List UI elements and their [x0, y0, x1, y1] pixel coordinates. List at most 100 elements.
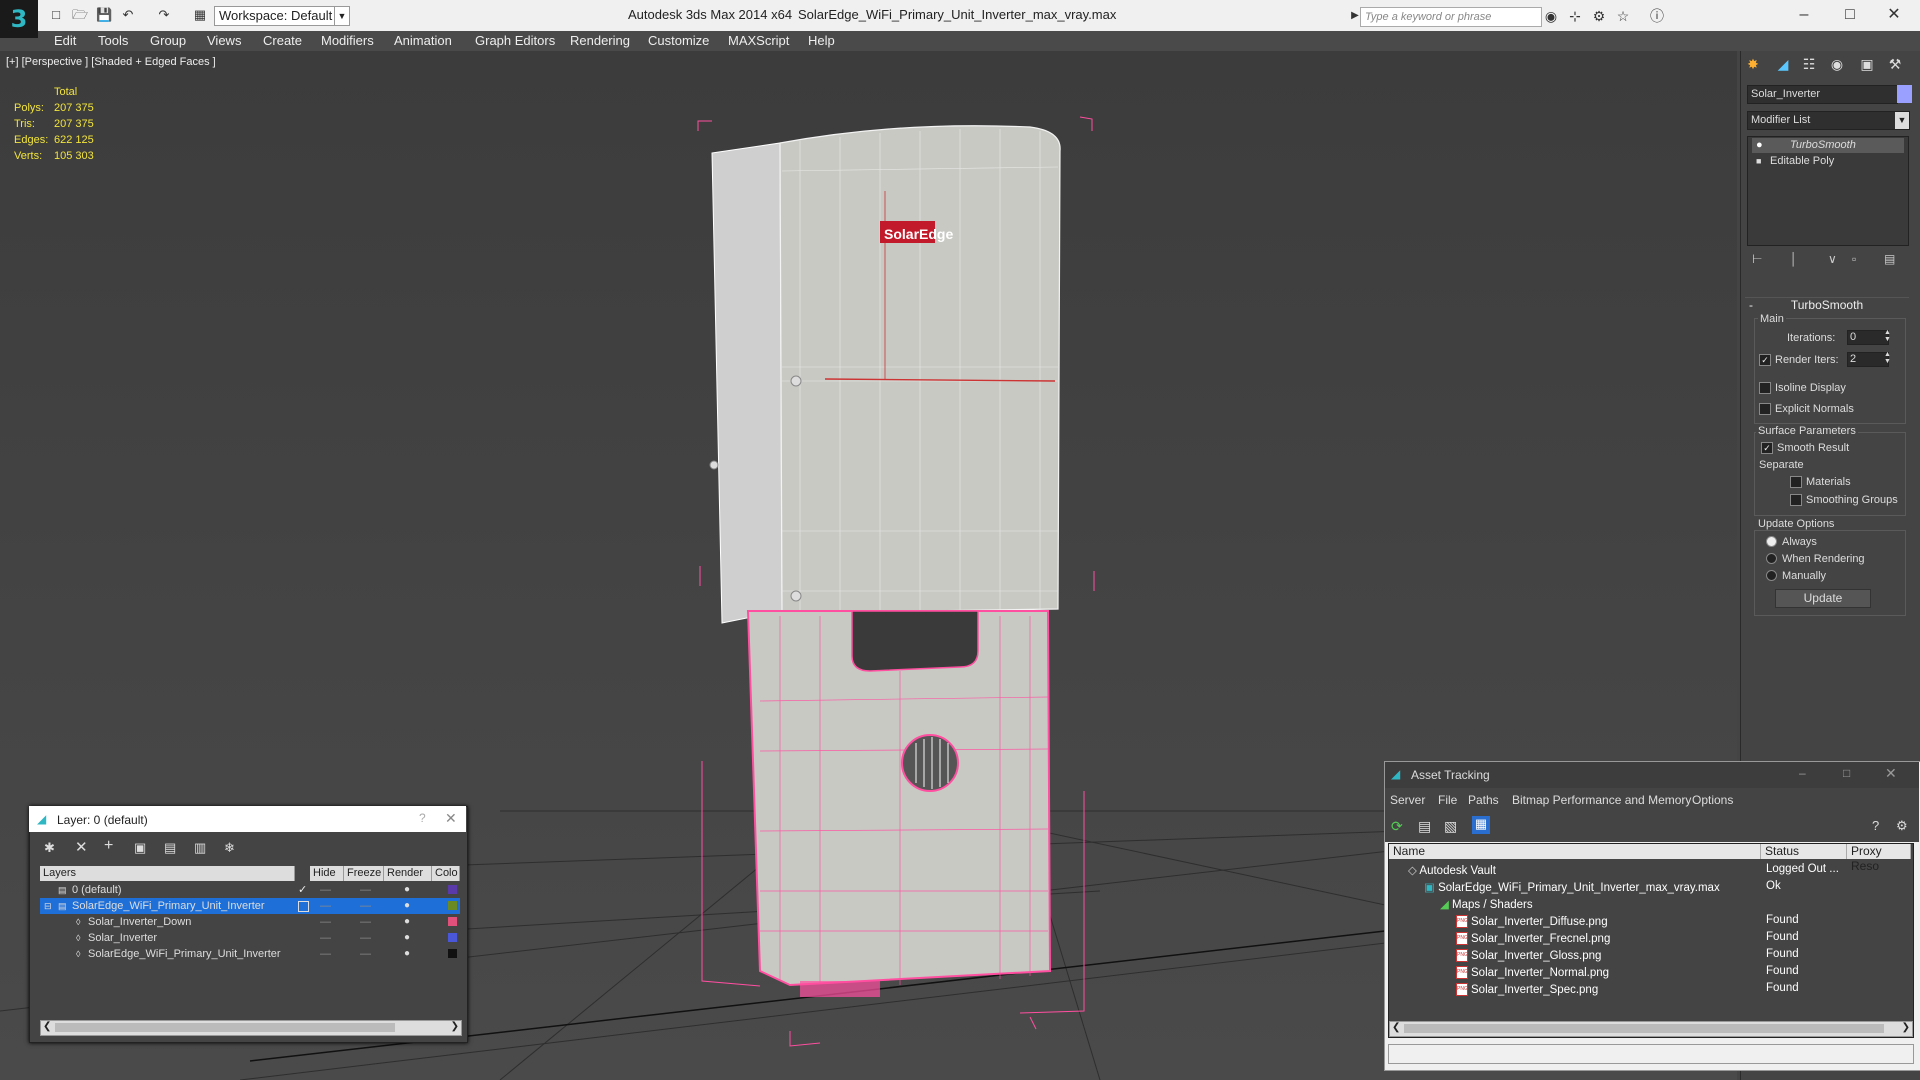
maximize-icon[interactable]: □: [1843, 766, 1850, 780]
display-tab-icon[interactable]: ▣: [1856, 56, 1878, 76]
object-name-field[interactable]: Solar_Inverter: [1747, 85, 1898, 104]
spinner-arrows-icon[interactable]: ▲ ▼: [1884, 329, 1891, 343]
layer-color-swatch[interactable]: [448, 917, 457, 926]
settings-icon[interactable]: ⚙: [1896, 818, 1908, 834]
asset-tracking-titlebar[interactable]: ◢ Asset Tracking – □ ✕: [1385, 762, 1919, 788]
active-layer-check-icon[interactable]: ✓: [298, 882, 307, 898]
tree-view-icon[interactable]: ▧: [1444, 818, 1457, 835]
render-iters-spinner[interactable]: 2: [1847, 352, 1889, 367]
freeze-column-header[interactable]: Freeze: [344, 866, 384, 881]
render-teapot-icon[interactable]: ●: [404, 898, 410, 914]
motion-tab-icon[interactable]: ◉: [1826, 56, 1848, 76]
when-rendering-radio[interactable]: [1766, 553, 1777, 564]
scroll-right-icon[interactable]: ❯: [451, 1021, 459, 1032]
layer-row[interactable]: ◊ Solar_Inverter_Down — — ●: [40, 914, 460, 930]
remove-modifier-icon[interactable]: ▫: [1852, 252, 1856, 266]
help-icon[interactable]: ?: [419, 811, 426, 825]
open-file-icon[interactable]: 🗁: [72, 8, 88, 22]
minimize-icon[interactable]: –: [1784, 4, 1824, 26]
menu-group[interactable]: Group: [150, 33, 186, 48]
save-file-icon[interactable]: 💾: [96, 8, 112, 22]
list-view-icon[interactable]: ▤: [1418, 818, 1431, 835]
table-view-icon[interactable]: ▦: [1472, 816, 1490, 834]
hide-dash[interactable]: —: [320, 882, 331, 898]
viewport-label[interactable]: [+] [Perspective ] [Shaded + Edged Faces…: [6, 56, 216, 68]
render-teapot-icon[interactable]: ●: [404, 930, 410, 946]
modifier-list-dropdown[interactable]: Modifier List ▼: [1747, 111, 1910, 130]
modify-tab-icon[interactable]: ◢: [1772, 56, 1794, 76]
freeze-dash[interactable]: —: [360, 946, 371, 962]
hierarchy-tab-icon[interactable]: ☷: [1798, 56, 1820, 76]
layer-row[interactable]: ▤ 0 (default) ✓ — — ●: [40, 882, 460, 898]
search-input[interactable]: Type a keyword or phrase: [1360, 7, 1542, 27]
freeze-dash[interactable]: —: [360, 882, 371, 898]
render-teapot-icon[interactable]: ●: [404, 914, 410, 930]
menu-views[interactable]: Views: [207, 33, 241, 48]
asset-row-vault[interactable]: ◇ Autodesk Vault: [1408, 863, 1496, 880]
scroll-thumb[interactable]: [55, 1023, 395, 1032]
update-button[interactable]: Update: [1775, 589, 1871, 608]
asset-row-png[interactable]: PNG Solar_Inverter_Frecnel.png: [1456, 931, 1610, 948]
proxy-column-header[interactable]: Proxy Reso: [1847, 844, 1911, 873]
iterations-spinner[interactable]: 0: [1847, 330, 1889, 345]
layer-row[interactable]: ◊ Solar_Inverter — — ●: [40, 930, 460, 946]
highlight-layer-icon[interactable]: ▤: [164, 840, 176, 856]
subscription-icon[interactable]: ⊹: [1566, 8, 1584, 24]
render-teapot-icon[interactable]: ●: [404, 882, 410, 898]
smoothing-groups-checkbox[interactable]: [1790, 494, 1802, 506]
menu-animation[interactable]: Animation: [394, 33, 452, 48]
asset-menu-bitmap[interactable]: Bitmap Performance and Memory: [1512, 793, 1691, 807]
asset-row-maxfile[interactable]: ▣ SolarEdge_WiFi_Primary_Unit_Inverter_m…: [1424, 880, 1720, 897]
show-end-result-icon[interactable]: │: [1790, 252, 1798, 266]
asset-row-png[interactable]: PNG Solar_Inverter_Diffuse.png: [1456, 914, 1608, 931]
asset-menu-options[interactable]: Options: [1692, 793, 1733, 807]
pin-stack-icon[interactable]: ⊢: [1752, 252, 1762, 266]
smooth-result-checkbox[interactable]: ✓: [1761, 442, 1773, 454]
name-column-header[interactable]: Name: [1389, 844, 1761, 859]
layer-color-swatch[interactable]: [448, 901, 457, 910]
render-iters-checkbox[interactable]: ✓: [1759, 354, 1771, 366]
menu-create[interactable]: Create: [263, 33, 302, 48]
maximize-icon[interactable]: □: [1830, 4, 1870, 26]
freeze-dash[interactable]: —: [360, 930, 371, 946]
menu-graph-editors[interactable]: Graph Editors: [475, 33, 555, 48]
undo-icon[interactable]: ↶: [120, 8, 136, 22]
add-to-layer-icon[interactable]: +: [104, 837, 113, 855]
layer-color-swatch[interactable]: [448, 933, 457, 942]
hide-all-icon[interactable]: ▥: [194, 840, 206, 856]
select-in-layer-icon[interactable]: ▣: [134, 840, 146, 856]
explicit-normals-checkbox[interactable]: [1759, 403, 1771, 415]
isoline-display-checkbox[interactable]: [1759, 382, 1771, 394]
color-column-header[interactable]: Colo: [432, 866, 460, 881]
hide-dash[interactable]: —: [320, 898, 331, 914]
close-icon[interactable]: ✕: [1885, 765, 1897, 782]
status-column-header[interactable]: Status: [1761, 844, 1847, 859]
layer-horizontal-scrollbar[interactable]: ❮ ❯: [40, 1020, 462, 1036]
minimize-icon[interactable]: –: [1799, 766, 1806, 780]
lightbulb-icon[interactable]: ●: [1756, 138, 1763, 153]
menu-customize[interactable]: Customize: [648, 33, 709, 48]
expand-plus-icon[interactable]: ■: [1756, 154, 1761, 169]
menu-modifiers[interactable]: Modifiers: [321, 33, 374, 48]
utilities-tab-icon[interactable]: ⚒: [1884, 56, 1906, 76]
delete-layer-icon[interactable]: ✕: [75, 838, 88, 856]
menu-tools[interactable]: Tools: [98, 33, 128, 48]
scroll-left-icon[interactable]: ❮: [1392, 1022, 1400, 1033]
menu-rendering[interactable]: Rendering: [570, 33, 630, 48]
help-icon[interactable]: ⓘ: [1648, 8, 1666, 24]
help-icon[interactable]: ?: [1872, 818, 1879, 833]
close-icon[interactable]: ✕: [1874, 4, 1914, 26]
menu-help[interactable]: Help: [808, 33, 835, 48]
object-color-swatch[interactable]: [1897, 85, 1912, 103]
stack-item-editable-poly[interactable]: ■ Editable Poly: [1752, 154, 1904, 169]
menu-maxscript[interactable]: MAXScript: [728, 33, 789, 48]
menu-edit[interactable]: Edit: [54, 33, 76, 48]
project-folder-icon[interactable]: ▦: [192, 8, 208, 22]
layer-color-swatch[interactable]: [448, 885, 457, 894]
asset-menu-paths[interactable]: Paths: [1468, 793, 1499, 807]
render-teapot-icon[interactable]: ●: [404, 946, 410, 962]
close-icon[interactable]: ✕: [445, 810, 457, 827]
freeze-dash[interactable]: —: [360, 898, 371, 914]
workspace-selector[interactable]: Workspace: Default ▼: [214, 6, 350, 26]
communication-icon[interactable]: ⚙: [1590, 8, 1608, 24]
